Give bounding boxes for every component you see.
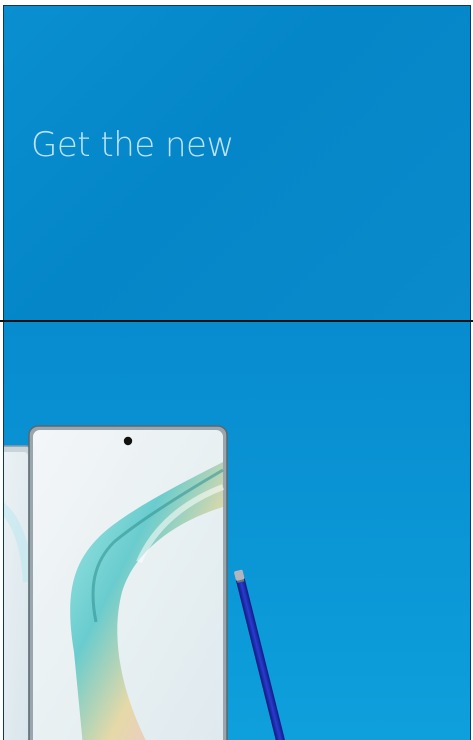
promo-headline: Get the new: [31, 125, 234, 165]
promo-banner[interactable]: Get the new: [3, 5, 471, 321]
front-phone: [28, 425, 228, 740]
ad-frame: Get the new: [0, 0, 473, 740]
s-pen-stylus: [234, 569, 291, 740]
camera-dot-icon: [123, 436, 133, 446]
product-showcase[interactable]: [3, 322, 471, 740]
rear-phone: [4, 445, 33, 740]
product-illustration: [4, 425, 291, 740]
